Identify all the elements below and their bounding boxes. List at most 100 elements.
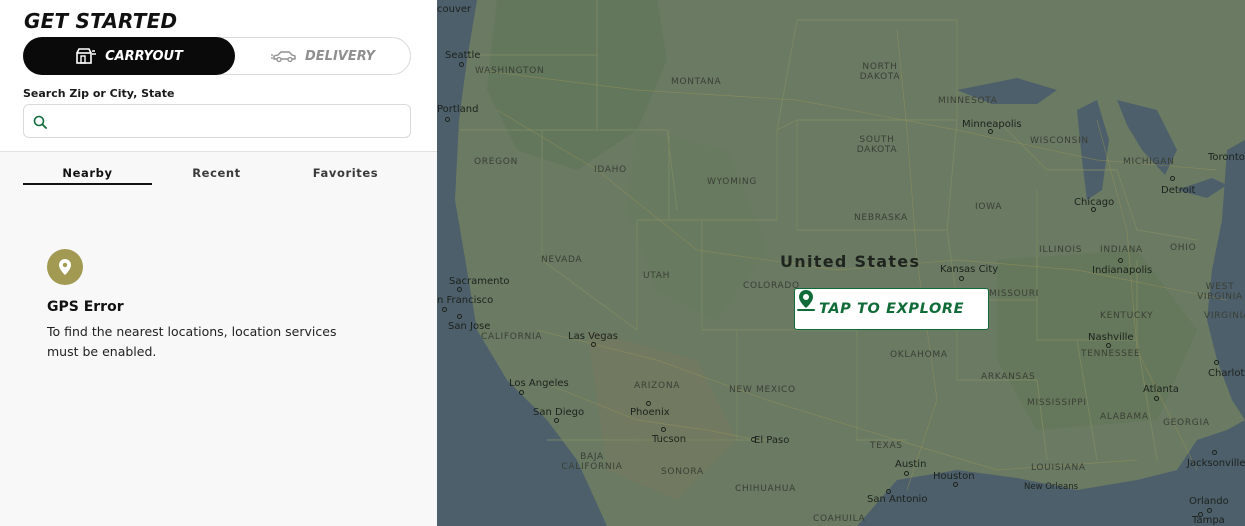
map-city-marker xyxy=(457,314,462,319)
map-state-label: NORTH DAKOTA xyxy=(859,62,901,82)
map-state-label: ILLINOIS xyxy=(1039,245,1083,255)
map-city-label: Nashville xyxy=(1088,332,1134,343)
map-city-label: San Diego xyxy=(533,407,585,418)
map-city-label: San Jose xyxy=(448,321,491,332)
tab-recent[interactable]: Recent xyxy=(152,166,281,185)
map-city-label: San Antonio xyxy=(867,494,928,505)
map-city-marker xyxy=(519,390,524,395)
location-tabs: Nearby Recent Favorites xyxy=(23,166,411,186)
map-city-label: Las Vegas xyxy=(568,331,618,342)
map-city-label: Indianapolis xyxy=(1092,265,1153,276)
map-state-label: SOUTH DAKOTA xyxy=(856,135,898,155)
map-city-marker xyxy=(953,482,958,487)
map-city-label: Portland xyxy=(437,104,479,115)
map-city-marker xyxy=(886,489,891,494)
store-locator-map[interactable]: WASHINGTON MONTANA NORTH DAKOTA MINNESOT… xyxy=(437,0,1245,526)
map-city-marker xyxy=(591,342,596,347)
map-city-label: Toronto xyxy=(1208,152,1245,163)
map-city-label: Austin xyxy=(895,459,927,470)
map-state-label: OKLAHOMA xyxy=(890,350,948,360)
carryout-store-icon xyxy=(75,48,97,64)
map-city-marker xyxy=(1207,508,1212,513)
location-pin-icon xyxy=(47,249,83,285)
map-state-label: SONORA xyxy=(661,467,704,477)
map-city-label: Kansas City xyxy=(940,264,999,275)
map-city-marker xyxy=(751,437,756,442)
map-state-label: MISSOURI xyxy=(989,289,1040,299)
map-city-marker xyxy=(988,129,993,134)
map-city-label: Jacksonville xyxy=(1187,458,1245,469)
map-state-label: BAJA CALIFORNIA xyxy=(561,452,623,472)
map-state-label: WEST VIRGINIA xyxy=(1197,282,1243,302)
gps-error-title: GPS Error xyxy=(47,299,124,315)
search-input[interactable] xyxy=(54,109,404,135)
map-state-label: LOUISIANA xyxy=(1031,463,1086,473)
carryout-button[interactable]: CARRYOUT xyxy=(23,37,235,75)
delivery-label: DELIVERY xyxy=(305,48,375,64)
map-state-label: UTAH xyxy=(643,271,671,281)
map-state-label: OHIO xyxy=(1170,243,1197,253)
map-state-label: MINNESOTA xyxy=(938,96,998,106)
map-city-marker xyxy=(959,276,964,281)
carryout-label: CARRYOUT xyxy=(105,48,183,64)
map-city-marker xyxy=(1091,207,1096,212)
map-city-label: Seattle xyxy=(445,50,481,61)
map-city-marker xyxy=(1214,360,1219,365)
search-icon xyxy=(33,114,47,133)
map-city-marker xyxy=(646,401,651,406)
gps-error-message: To find the nearest locations, location … xyxy=(47,324,337,359)
page-title: GET STARTED xyxy=(24,9,178,33)
order-type-toggle: CARRYOUT DELIVERY xyxy=(23,37,411,75)
map-city-label: Los Angeles xyxy=(509,378,569,389)
map-state-label: TENNESSEE xyxy=(1081,349,1141,359)
map-city-label: couver xyxy=(437,4,472,15)
map-city-label: n Francisco xyxy=(437,295,494,306)
map-state-label: KENTUCKY xyxy=(1100,311,1154,321)
location-panel: GET STARTED CARRYOUT DELIVERY Search Zip… xyxy=(0,0,437,526)
map-city-marker xyxy=(459,62,464,67)
map-city-marker xyxy=(554,418,559,423)
tap-to-explore-button[interactable]: TAP TO EXPLORE xyxy=(794,288,989,330)
map-state-label: WISCONSIN xyxy=(1030,136,1089,146)
map-city-label: Detroit xyxy=(1161,185,1196,196)
map-city-label: Minneapolis xyxy=(962,119,1022,130)
map-city-label: Tucson xyxy=(652,434,687,445)
map-city-marker xyxy=(457,287,462,292)
map-state-label: MICHIGAN xyxy=(1123,157,1175,167)
map-state-label: GEORGIA xyxy=(1163,418,1210,428)
map-state-label: NEBRASKA xyxy=(854,213,908,223)
map-state-label: COAHUILA xyxy=(813,514,866,524)
map-state-label: ARIZONA xyxy=(634,381,681,391)
map-city-marker xyxy=(1154,396,1159,401)
map-city-marker xyxy=(904,471,909,476)
map-city-marker xyxy=(661,427,666,432)
map-city-marker xyxy=(1118,258,1123,263)
map-city-label: El Paso xyxy=(754,435,790,446)
map-state-label: WYOMING xyxy=(707,177,758,187)
map-city-label: Sacramento xyxy=(449,276,510,287)
tap-to-explore-label: TAP TO EXPLORE xyxy=(819,301,965,317)
map-city-label: Atlanta xyxy=(1143,384,1179,395)
map-state-label: CALIFORNIA xyxy=(481,332,543,342)
map-state-label: VIRGINIA xyxy=(1204,311,1245,321)
search-box xyxy=(23,104,411,138)
delivery-button[interactable]: DELIVERY xyxy=(235,37,411,75)
map-state-label: COLORADO xyxy=(743,281,800,291)
map-state-label: TEXAS xyxy=(870,441,903,451)
tab-nearby[interactable]: Nearby xyxy=(23,166,152,185)
map-city-label: Houston xyxy=(933,471,975,482)
map-city-marker xyxy=(1212,450,1217,455)
panel-header-area: GET STARTED CARRYOUT DELIVERY Search Zip… xyxy=(0,0,437,152)
map-city-label: Orlando xyxy=(1189,496,1229,507)
map-state-label: NEVADA xyxy=(541,255,583,265)
map-city-label: Charlotte xyxy=(1208,368,1245,379)
map-state-label: ALABAMA xyxy=(1100,412,1149,422)
map-state-label: MONTANA xyxy=(671,77,722,87)
map-state-label: INDIANA xyxy=(1100,245,1143,255)
map-state-label: CHIHUAHUA xyxy=(735,484,797,494)
tab-favorites[interactable]: Favorites xyxy=(281,166,410,185)
map-country-label: United States xyxy=(780,252,921,271)
map-state-label: ARKANSAS xyxy=(981,372,1036,382)
map-state-label: IDAHO xyxy=(594,165,627,175)
map-city-label: Tampa xyxy=(1192,515,1225,526)
